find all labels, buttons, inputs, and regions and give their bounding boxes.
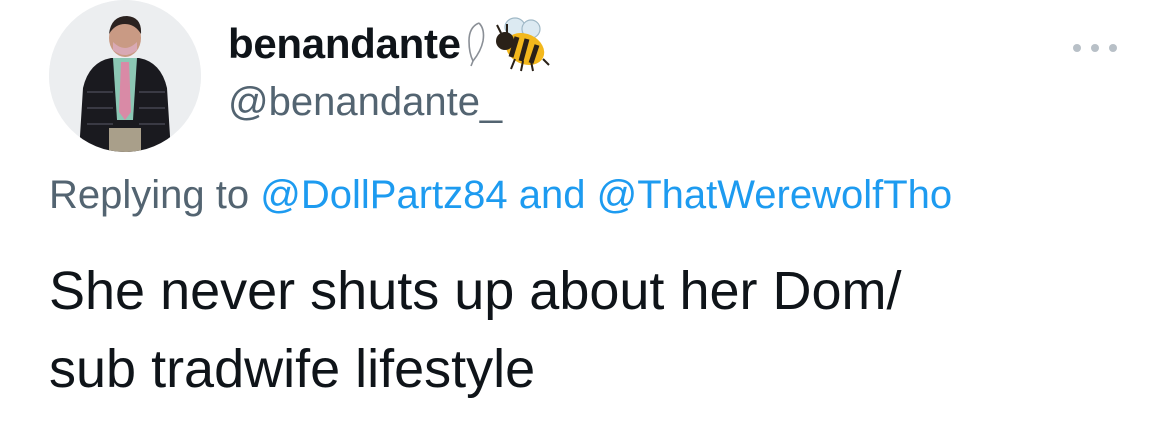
more-dot [1109,44,1117,52]
display-name[interactable]: benandante [228,20,461,68]
tweet-text-line: She never shuts up about her Dom/ [49,261,902,321]
more-dot [1073,44,1081,52]
tweet-text: She never shuts up about her Dom/ sub tr… [49,252,1109,408]
user-handle[interactable]: @benandante_ [228,80,502,125]
avatar-image [49,0,201,152]
mention-link-thatwerewolftho[interactable]: @ThatWerewolfTho [597,173,953,217]
display-name-row: benandante [228,14,551,74]
mention-link-dollpartz84[interactable]: @DollPartz84 [260,173,507,217]
bee-icon [491,15,551,73]
tweet: benandante @benandante_ Replying to @Dol… [0,0,1170,445]
tweet-text-line: sub tradwife lifestyle [49,339,536,399]
more-dot [1091,44,1099,52]
replying-to: Replying to @DollPartz84 and @ThatWerewo… [49,173,952,218]
avatar[interactable] [49,0,201,152]
feather-icon [465,21,487,67]
replying-to-label: Replying to [49,173,250,217]
more-options-button[interactable] [1073,38,1117,58]
mention-conjunction: and [518,173,586,217]
